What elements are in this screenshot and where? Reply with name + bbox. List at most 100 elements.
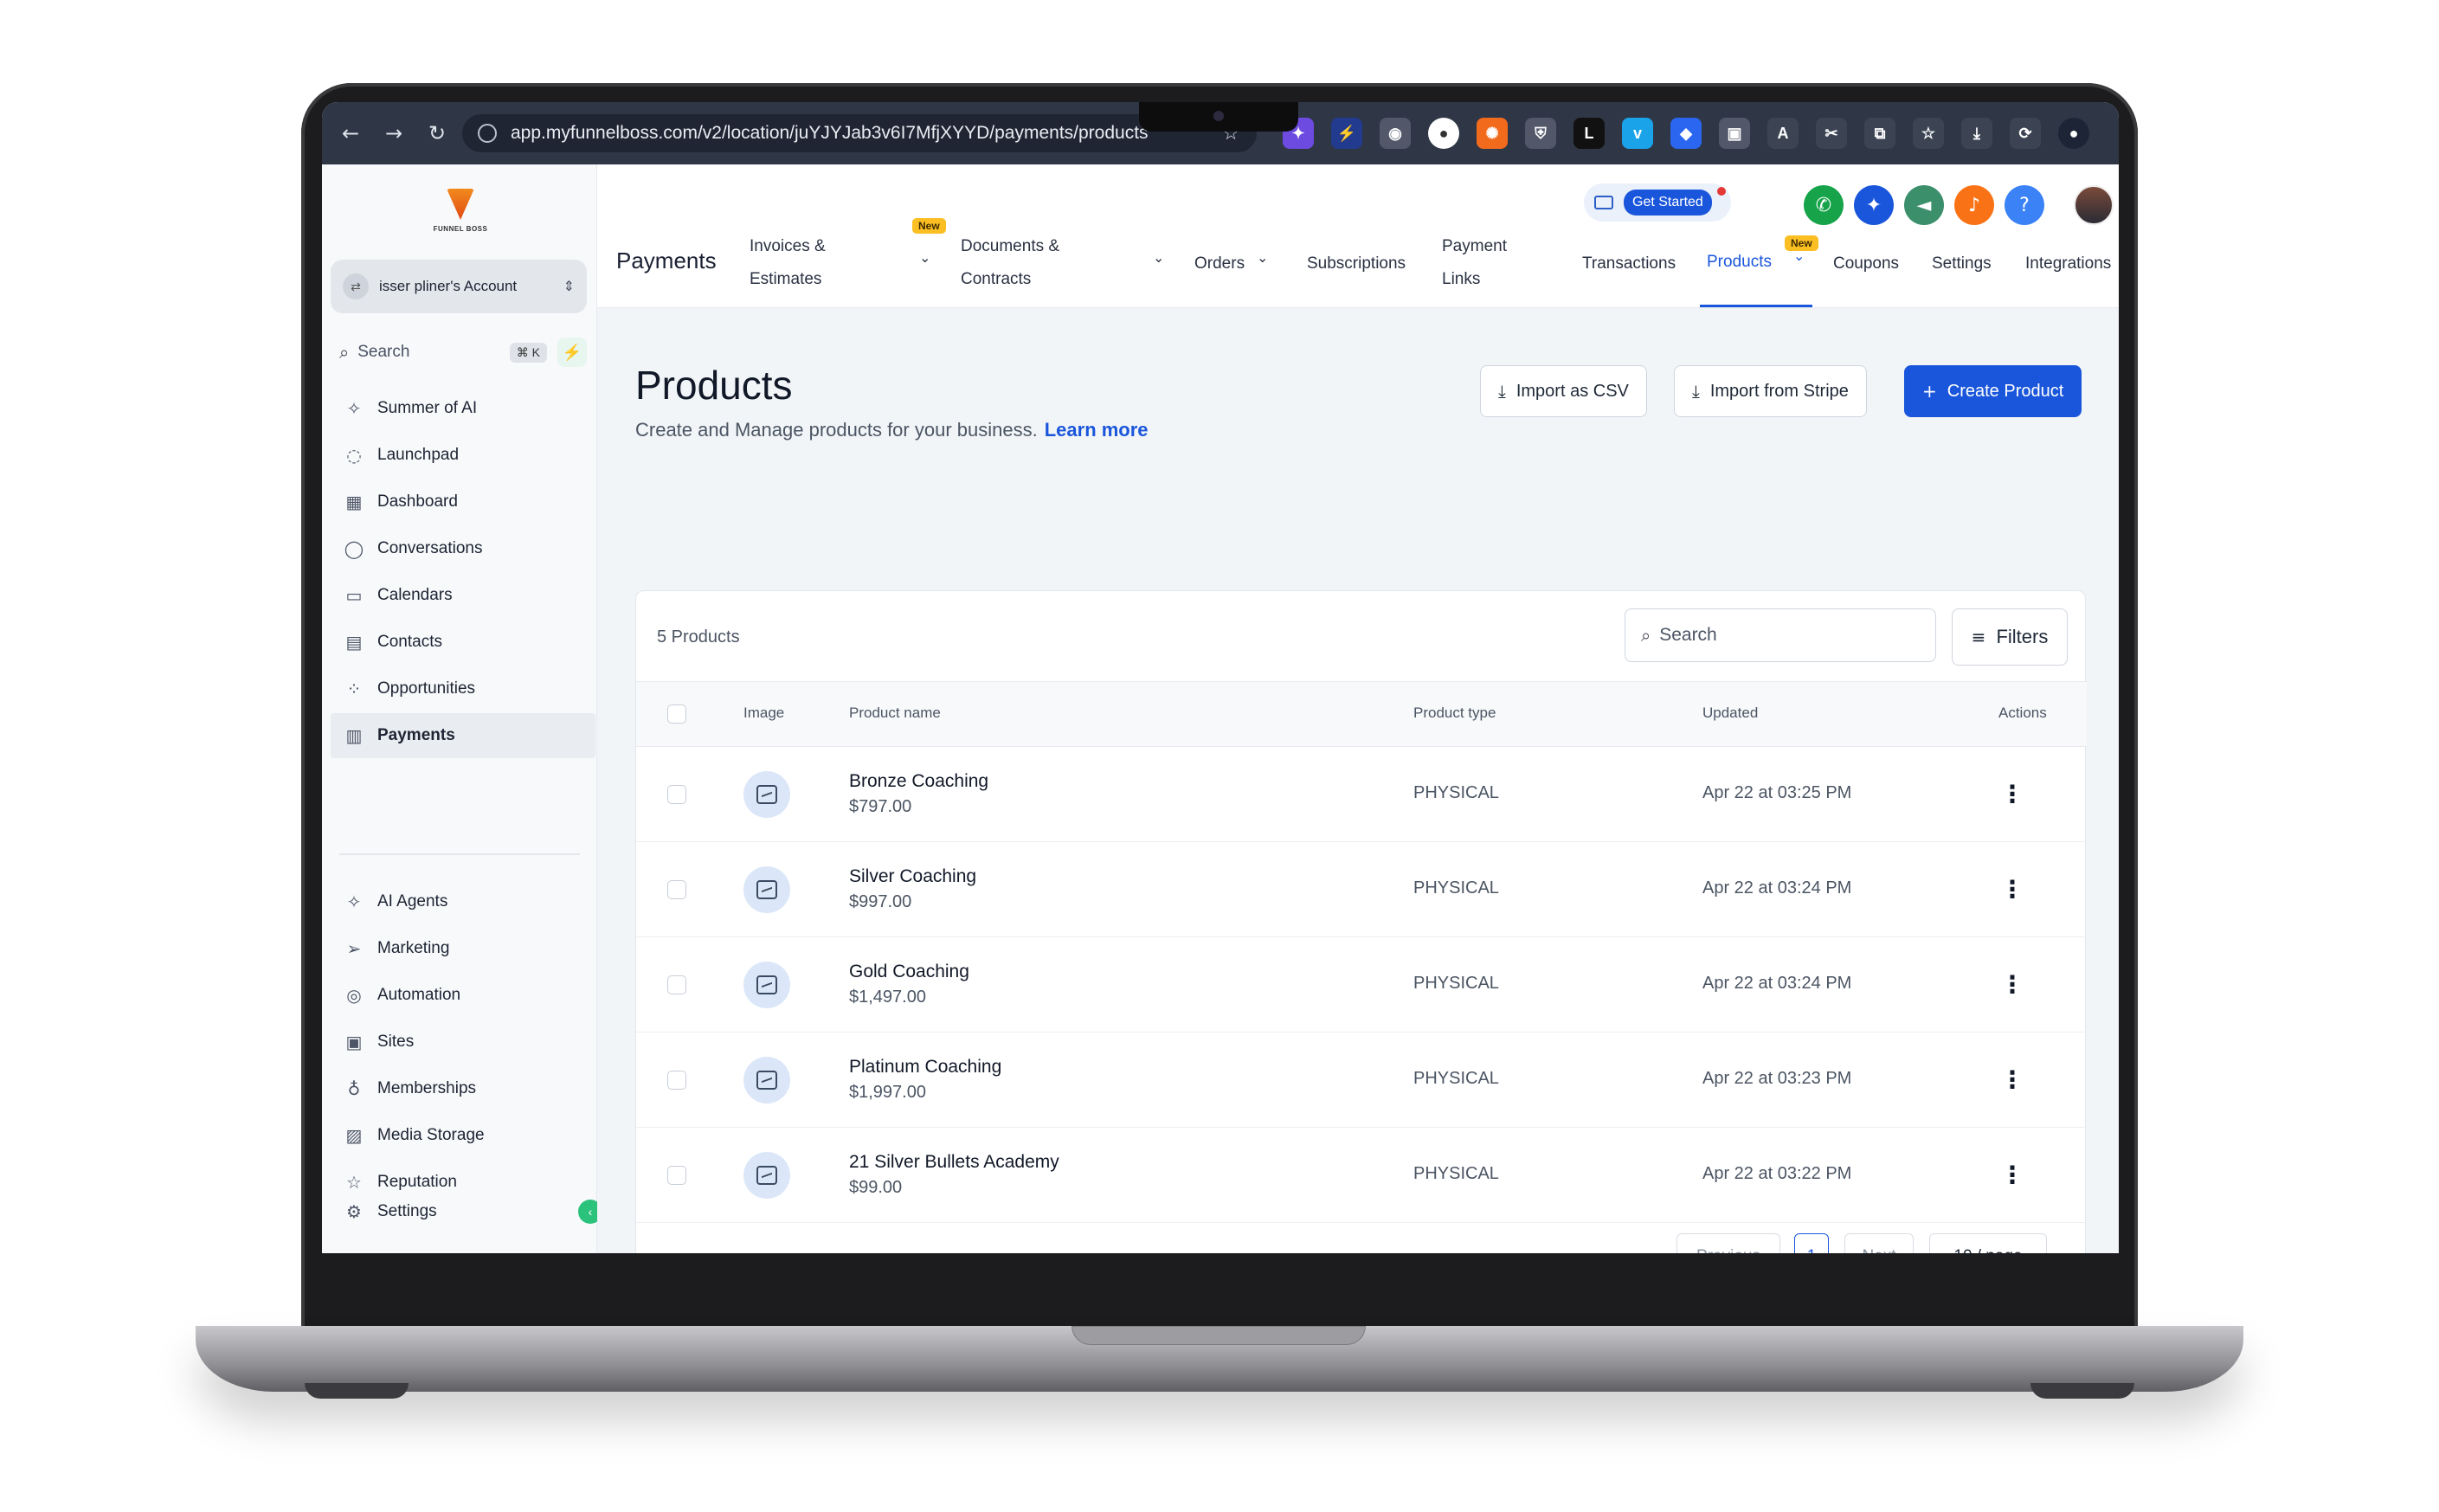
tab-integrations[interactable]: Integrations — [2025, 248, 2111, 280]
sidebar-item-payments[interactable]: ▥ Payments — [331, 713, 595, 758]
sidebar-item-contacts[interactable]: ▤ Contacts — [331, 620, 595, 665]
row-checkbox[interactable] — [667, 1166, 686, 1185]
download-icon[interactable]: ⤓ — [1961, 118, 1992, 149]
column-header-updated[interactable]: Updated — [1702, 705, 1758, 722]
vimeo-extension-icon[interactable]: v — [1622, 118, 1653, 149]
bell-icon[interactable]: ♪ — [1954, 185, 1994, 225]
extension-icon[interactable]: ● — [1428, 118, 1459, 149]
brand-logo[interactable]: FUNNEL BOSS — [432, 189, 489, 242]
search-input[interactable]: ⌕ Search — [1625, 608, 1936, 662]
import-csv-button[interactable]: ⤓ Import as CSV — [1480, 365, 1647, 417]
table-row[interactable]: Silver Coaching $997.00 PHYSICAL Apr 22 … — [636, 842, 2087, 937]
row-checkbox[interactable] — [667, 880, 686, 899]
more-actions-icon[interactable]: ⋮ — [2000, 873, 2024, 904]
account-switcher[interactable]: ⇄ isser pliner's Account ⇕ — [331, 260, 587, 313]
puzzle-extensions-icon[interactable]: ⧉ — [1864, 118, 1895, 149]
tab-subscriptions[interactable]: Subscriptions — [1307, 248, 1406, 280]
camera-extension-icon[interactable]: ◉ — [1380, 118, 1411, 149]
sidebar-item-conversations[interactable]: ◯ Conversations — [331, 526, 595, 571]
tab-products[interactable]: Products — [1707, 246, 1772, 279]
megaphone-icon[interactable]: ◄ — [1904, 185, 1944, 225]
reading-list-icon[interactable]: ☆ — [1913, 118, 1944, 149]
table-row[interactable]: Platinum Coaching $1,997.00 PHYSICAL Apr… — [636, 1033, 2087, 1128]
extension-icon[interactable]: ◆ — [1670, 118, 1702, 149]
sidebar-item-media-storage[interactable]: ▨ Media Storage — [331, 1113, 595, 1158]
sidebar-item-ai-agents[interactable]: ✧ AI Agents — [331, 879, 595, 924]
table-row[interactable]: Gold Coaching $1,497.00 PHYSICAL Apr 22 … — [636, 937, 2087, 1033]
extension-icon[interactable]: ✺ — [1477, 118, 1508, 149]
forward-arrow-icon[interactable]: → — [379, 119, 409, 148]
sidebar-item-opportunities[interactable]: ⁘ Opportunities — [331, 666, 595, 711]
column-header-product-name[interactable]: Product name — [849, 705, 941, 722]
select-all-checkbox[interactable] — [667, 705, 686, 724]
product-type: PHYSICAL — [1413, 783, 1499, 802]
reload-icon[interactable]: ↻ — [422, 119, 452, 148]
chevron-down-icon[interactable]: ⌄ — [1153, 249, 1164, 266]
next-page-button[interactable]: Next — [1844, 1233, 1914, 1253]
column-header-product-type[interactable]: Product type — [1413, 705, 1496, 722]
chevron-down-icon[interactable]: ⌄ — [1793, 248, 1805, 264]
column-header-actions: Actions — [1998, 705, 2047, 721]
table-row[interactable]: Bronze Coaching $797.00 PHYSICAL Apr 22 … — [636, 747, 2087, 842]
more-actions-icon[interactable]: ⋮ — [2000, 1159, 2024, 1190]
product-name[interactable]: Bronze Coaching — [849, 771, 988, 792]
quick-action-bolt-icon[interactable]: ⚡ — [557, 338, 587, 367]
sidebar-item-calendars[interactable]: ▭ Calendars — [331, 573, 595, 618]
extension-icon[interactable]: L — [1573, 118, 1605, 149]
browser-menu-icon[interactable]: ⋮ — [2107, 118, 2119, 149]
page-number-button[interactable]: 1 — [1794, 1233, 1829, 1253]
sidebar-item-memberships[interactable]: ♁ Memberships — [331, 1066, 595, 1111]
sidebar-item-automation[interactable]: ◎ Automation — [331, 973, 595, 1018]
extension-icon[interactable]: ⚡ — [1331, 118, 1362, 149]
site-info-icon[interactable] — [478, 124, 497, 143]
more-actions-icon[interactable]: ⋮ — [2000, 968, 2024, 1000]
product-name[interactable]: Gold Coaching — [849, 962, 969, 982]
previous-page-button[interactable]: Previous — [1676, 1233, 1780, 1253]
import-stripe-button[interactable]: ⤓ Import from Stripe — [1674, 365, 1867, 417]
tab-documents-contracts[interactable]: Documents & Contracts — [961, 230, 1059, 296]
create-product-button[interactable]: + Create Product — [1904, 365, 2082, 417]
page-size-select[interactable]: 10 / page — [1929, 1233, 2047, 1253]
sidebar-item-summer-of-ai[interactable]: ✧ Summer of AI — [331, 386, 595, 431]
extension-icon[interactable]: ✂ — [1816, 118, 1847, 149]
tab-transactions[interactable]: Transactions — [1582, 248, 1676, 280]
table-row[interactable]: 21 Silver Bullets Academy $99.00 PHYSICA… — [636, 1128, 2087, 1223]
product-name[interactable]: 21 Silver Bullets Academy — [849, 1152, 1059, 1173]
avatar[interactable] — [2074, 185, 2114, 225]
shield-extension-icon[interactable]: ⛨ — [1525, 118, 1556, 149]
sidebar-item-marketing[interactable]: ➢ Marketing — [331, 926, 595, 971]
extension-icon[interactable]: A — [1767, 118, 1799, 149]
row-checkbox[interactable] — [667, 1071, 686, 1090]
more-actions-icon[interactable]: ⋮ — [2000, 778, 2024, 809]
sync-icon[interactable]: ⟳ — [2010, 118, 2041, 149]
row-checkbox[interactable] — [667, 785, 686, 804]
help-icon[interactable]: ? — [2005, 185, 2044, 225]
product-name[interactable]: Platinum Coaching — [849, 1057, 1001, 1078]
row-checkbox[interactable] — [667, 975, 686, 994]
filters-button[interactable]: ≡ Filters — [1952, 608, 2068, 666]
tab-settings[interactable]: Settings — [1932, 248, 1992, 280]
sidebar-item-launchpad[interactable]: ◌ Launchpad — [331, 433, 595, 478]
product-updated: Apr 22 at 03:25 PM — [1702, 783, 1852, 802]
address-bar[interactable]: app.myfunnelboss.com/v2/location/juYJYJa… — [462, 114, 1257, 152]
tab-payment-links[interactable]: Payment Links — [1442, 230, 1507, 296]
tab-coupons[interactable]: Coupons — [1833, 248, 1899, 280]
extension-icon[interactable]: ▣ — [1719, 118, 1750, 149]
sidebar-item-settings[interactable]: ⚙ Settings — [331, 1189, 595, 1234]
more-actions-icon[interactable]: ⋮ — [2000, 1064, 2024, 1095]
chevron-down-icon[interactable]: ⌄ — [919, 249, 930, 266]
get-started-button[interactable]: Get Started — [1584, 183, 1731, 222]
profile-icon[interactable]: ● — [2058, 118, 2089, 149]
product-name[interactable]: Silver Coaching — [849, 866, 976, 887]
back-arrow-icon[interactable]: ← — [336, 119, 365, 148]
tab-orders[interactable]: Orders — [1194, 248, 1245, 280]
sidebar-search[interactable]: ⌕ Search ⌘ K ⚡ — [331, 333, 595, 371]
tab-invoices-estimates[interactable]: Invoices & Estimates — [750, 230, 826, 296]
sidebar-item-sites[interactable]: ▣ Sites — [331, 1020, 595, 1065]
sparkles-icon: ✧ — [346, 891, 362, 912]
ai-assistant-icon[interactable]: ✦ — [1854, 185, 1894, 225]
learn-more-link[interactable]: Learn more — [1045, 419, 1149, 441]
chevron-down-icon[interactable]: ⌄ — [1257, 249, 1268, 266]
phone-icon[interactable]: ✆ — [1804, 185, 1844, 225]
sidebar-item-dashboard[interactable]: ▦ Dashboard — [331, 479, 595, 524]
